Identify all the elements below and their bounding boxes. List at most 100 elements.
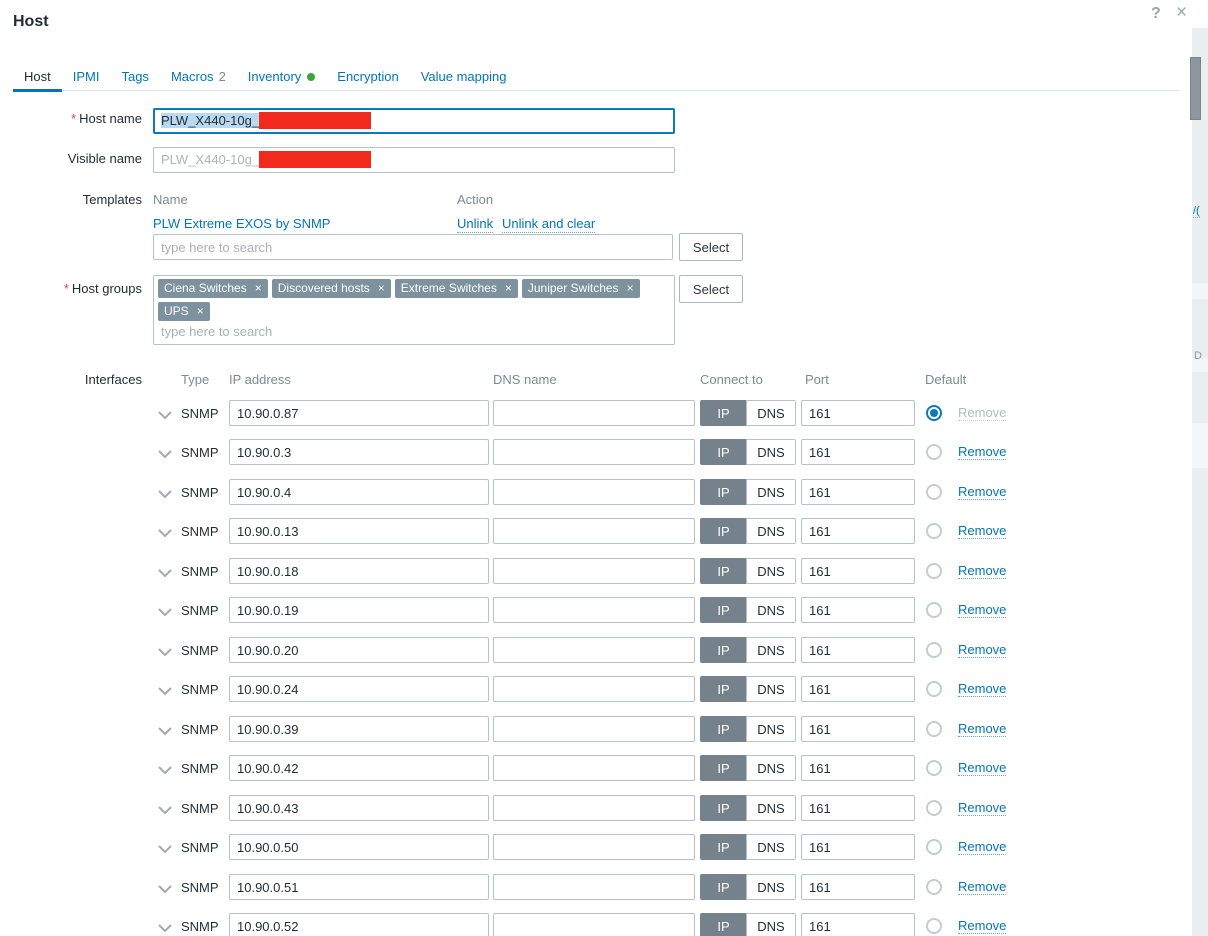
connect-dns-button[interactable]: DNS xyxy=(746,558,796,584)
interface-dns-input[interactable] xyxy=(493,795,695,821)
interface-ip-input[interactable] xyxy=(229,597,489,623)
default-radio[interactable] xyxy=(926,721,942,737)
connect-ip-button[interactable]: IP xyxy=(700,874,747,900)
default-radio[interactable] xyxy=(926,405,942,421)
chevron-down-icon[interactable] xyxy=(158,645,172,660)
interface-dns-input[interactable] xyxy=(493,676,695,702)
tab-macros[interactable]: Macros 2 xyxy=(160,65,237,90)
close-icon[interactable]: × xyxy=(1176,2,1187,24)
remove-link[interactable]: Remove xyxy=(958,839,1007,855)
default-radio[interactable] xyxy=(926,642,942,658)
remove-link[interactable]: Remove xyxy=(958,484,1007,500)
default-radio[interactable] xyxy=(926,918,942,934)
interface-ip-input[interactable] xyxy=(229,716,489,742)
chevron-down-icon[interactable] xyxy=(158,566,172,581)
template-search-input[interactable] xyxy=(153,234,673,260)
interface-ip-input[interactable] xyxy=(229,558,489,584)
default-radio[interactable] xyxy=(926,760,942,776)
default-radio[interactable] xyxy=(926,484,942,500)
interface-dns-input[interactable] xyxy=(493,874,695,900)
connect-dns-button[interactable]: DNS xyxy=(746,518,796,544)
tab-tags[interactable]: Tags xyxy=(110,65,159,90)
connect-ip-button[interactable]: IP xyxy=(700,637,747,663)
tab-value-mapping[interactable]: Value mapping xyxy=(410,65,518,90)
chip-remove-icon[interactable]: × xyxy=(255,281,262,295)
help-icon[interactable]: ? xyxy=(1151,5,1161,23)
interface-port-input[interactable] xyxy=(801,439,915,465)
connect-ip-button[interactable]: IP xyxy=(700,518,747,544)
interface-ip-input[interactable] xyxy=(229,637,489,663)
template-select-button[interactable]: Select xyxy=(679,233,743,261)
host-groups-select-button[interactable]: Select xyxy=(679,275,743,303)
connect-dns-button[interactable]: DNS xyxy=(746,676,796,702)
connect-ip-button[interactable]: IP xyxy=(700,834,747,860)
connect-ip-button[interactable]: IP xyxy=(700,597,747,623)
interface-dns-input[interactable] xyxy=(493,637,695,663)
interface-dns-input[interactable] xyxy=(493,400,695,426)
connect-dns-button[interactable]: DNS xyxy=(746,479,796,505)
interface-dns-input[interactable] xyxy=(493,439,695,465)
interface-port-input[interactable] xyxy=(801,834,915,860)
chip-remove-icon[interactable]: × xyxy=(627,281,634,295)
chevron-down-icon[interactable] xyxy=(158,803,172,818)
connect-dns-button[interactable]: DNS xyxy=(746,874,796,900)
default-radio[interactable] xyxy=(926,444,942,460)
interface-port-input[interactable] xyxy=(801,913,915,936)
default-radio[interactable] xyxy=(926,879,942,895)
host-groups-multiselect[interactable]: Ciena Switches × Discovered hosts × Extrem… xyxy=(153,275,675,345)
interface-port-input[interactable] xyxy=(801,795,915,821)
interface-port-input[interactable] xyxy=(801,558,915,584)
connect-ip-button[interactable]: IP xyxy=(700,716,747,742)
interface-dns-input[interactable] xyxy=(493,716,695,742)
interface-ip-input[interactable] xyxy=(229,795,489,821)
linked-template-link[interactable]: PLW Extreme EXOS by SNMP xyxy=(153,216,330,231)
interface-dns-input[interactable] xyxy=(493,558,695,584)
unlink-link[interactable]: Unlink xyxy=(457,216,494,233)
connect-dns-button[interactable]: DNS xyxy=(746,795,796,821)
remove-link[interactable]: Remove xyxy=(958,681,1007,697)
default-radio[interactable] xyxy=(926,602,942,618)
remove-link[interactable]: Remove xyxy=(958,642,1007,658)
connect-ip-button[interactable]: IP xyxy=(700,439,747,465)
interface-ip-input[interactable] xyxy=(229,755,489,781)
interface-dns-input[interactable] xyxy=(493,597,695,623)
remove-link[interactable]: Remove xyxy=(958,563,1007,579)
connect-dns-button[interactable]: DNS xyxy=(746,400,796,426)
remove-link[interactable]: Remove xyxy=(958,760,1007,776)
connect-dns-button[interactable]: DNS xyxy=(746,913,796,936)
interface-port-input[interactable] xyxy=(801,637,915,663)
remove-link[interactable]: Remove xyxy=(958,721,1007,737)
default-radio[interactable] xyxy=(926,523,942,539)
connect-dns-button[interactable]: DNS xyxy=(746,597,796,623)
interface-ip-input[interactable] xyxy=(229,874,489,900)
tab-ipmi[interactable]: IPMI xyxy=(62,65,111,90)
interface-ip-input[interactable] xyxy=(229,439,489,465)
interface-dns-input[interactable] xyxy=(493,834,695,860)
chip-remove-icon[interactable]: × xyxy=(197,304,204,318)
chevron-down-icon[interactable] xyxy=(158,487,172,502)
connect-ip-button[interactable]: IP xyxy=(700,755,747,781)
remove-link[interactable]: Remove xyxy=(958,879,1007,895)
chip-remove-icon[interactable]: × xyxy=(378,281,385,295)
interface-port-input[interactable] xyxy=(801,676,915,702)
visible-name-input[interactable]: PLW_X440-10g_ xyxy=(153,147,675,173)
connect-dns-button[interactable]: DNS xyxy=(746,637,796,663)
chip-remove-icon[interactable]: × xyxy=(505,281,512,295)
connect-ip-button[interactable]: IP xyxy=(700,913,747,936)
remove-link[interactable]: Remove xyxy=(958,800,1007,816)
default-radio[interactable] xyxy=(926,800,942,816)
tab-encryption[interactable]: Encryption xyxy=(326,65,409,90)
connect-dns-button[interactable]: DNS xyxy=(746,755,796,781)
interface-port-input[interactable] xyxy=(801,479,915,505)
remove-link[interactable]: Remove xyxy=(958,602,1007,618)
chevron-down-icon[interactable] xyxy=(158,447,172,462)
chevron-down-icon[interactable] xyxy=(158,842,172,857)
interface-dns-input[interactable] xyxy=(493,913,695,936)
tab-inventory[interactable]: Inventory xyxy=(237,65,326,90)
interface-ip-input[interactable] xyxy=(229,479,489,505)
interface-ip-input[interactable] xyxy=(229,400,489,426)
remove-link[interactable]: Remove xyxy=(958,523,1007,539)
chevron-down-icon[interactable] xyxy=(158,605,172,620)
interface-port-input[interactable] xyxy=(801,874,915,900)
default-radio[interactable] xyxy=(926,681,942,697)
